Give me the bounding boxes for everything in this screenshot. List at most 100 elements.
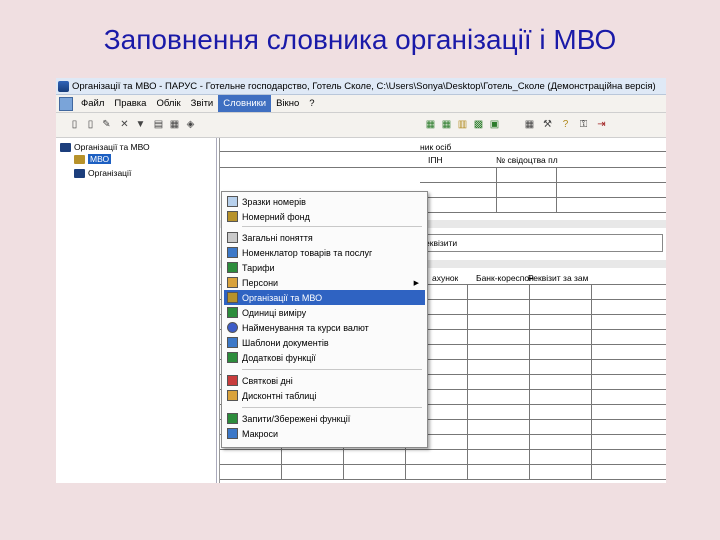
grid2-cell[interactable] [344, 465, 406, 480]
menu-item-persons[interactable]: Персони ▶ [224, 275, 425, 290]
grid2-cell[interactable] [530, 450, 592, 465]
grid2-cell[interactable] [530, 345, 592, 360]
grid2-cell[interactable] [592, 390, 666, 405]
grid2-cell[interactable] [468, 420, 530, 435]
grid2-cell[interactable] [530, 285, 592, 300]
grid2-cell[interactable] [468, 360, 530, 375]
menu-reports[interactable]: Звіти [186, 95, 219, 112]
report-icon[interactable]: ▩ [472, 118, 485, 131]
requisites-tab[interactable]: еквізити [420, 234, 663, 252]
menu-item-discount-tables[interactable]: Дисконтні таблиці [224, 388, 425, 403]
grid2-cell[interactable] [592, 405, 666, 420]
export-icon[interactable]: ▣ [488, 118, 501, 131]
menu-item-room-fund[interactable]: Номерний фонд [224, 209, 425, 224]
filter-icon[interactable]: ▼ [134, 118, 147, 131]
copy-doc-icon[interactable]: ▯ [84, 118, 97, 131]
menu-item-holidays[interactable]: Святкові дні [224, 373, 425, 388]
grid2-cell[interactable] [530, 435, 592, 450]
edit-doc-icon[interactable]: ✎ [100, 118, 113, 131]
tree-root[interactable]: Організації та МВО [60, 142, 150, 152]
properties-icon[interactable]: ▤ [152, 118, 165, 131]
grid1-cell[interactable] [420, 198, 497, 213]
grid2-cell[interactable] [592, 465, 666, 480]
grid2-cell[interactable] [530, 315, 592, 330]
grid2-cell[interactable] [220, 450, 282, 465]
menu-item-tariffs[interactable]: Тарифи [224, 260, 425, 275]
grid2-cell[interactable] [530, 330, 592, 345]
grid2-cell[interactable] [220, 465, 282, 480]
grid2-cell[interactable] [406, 465, 468, 480]
menu-file[interactable]: Файл [76, 95, 109, 112]
delete-icon[interactable]: ✕ [118, 118, 131, 131]
grid2-cell[interactable] [468, 330, 530, 345]
grid2-cell[interactable] [282, 465, 344, 480]
menu-dictionaries[interactable]: Словники [218, 95, 272, 112]
grid1-cell[interactable] [557, 198, 666, 213]
help-icon[interactable]: ? [559, 118, 572, 131]
grid2-cell[interactable] [530, 420, 592, 435]
book-icon[interactable]: ▥ [456, 118, 469, 131]
print-icon[interactable]: ▦ [168, 118, 181, 131]
grid1-cell[interactable] [420, 168, 497, 183]
menu-item-room-templates[interactable]: Зразки номерів [224, 194, 425, 209]
key-icon[interactable]: ⚿ [577, 118, 590, 131]
tools-icon[interactable]: ⚒ [541, 118, 554, 131]
grid2-cell[interactable] [592, 360, 666, 375]
register-icon[interactable]: ▦ [440, 118, 453, 131]
calculator-icon[interactable]: ▦ [523, 118, 536, 131]
grid2-cell[interactable] [592, 420, 666, 435]
grid2-cell[interactable] [530, 390, 592, 405]
grid2-cell[interactable] [592, 330, 666, 345]
grid2-cell[interactable] [530, 300, 592, 315]
menu-item-additional-functions[interactable]: Додаткові функції [224, 350, 425, 365]
grid2-cell[interactable] [530, 360, 592, 375]
grid1-cell[interactable] [497, 183, 557, 198]
grid2-cell[interactable] [468, 345, 530, 360]
grid2-cell[interactable] [468, 465, 530, 480]
menu-item-document-templates[interactable]: Шаблони документів [224, 335, 425, 350]
grid2-cell[interactable] [406, 450, 468, 465]
menu-item-currencies[interactable]: Найменування та курси валют [224, 320, 425, 335]
grid1-cell[interactable] [557, 183, 666, 198]
menu-item-general-concepts[interactable]: Загальні поняття [224, 230, 425, 245]
new-doc-icon[interactable]: ▯ [68, 118, 81, 131]
tree-item-orgs[interactable]: Організації [74, 168, 131, 178]
menu-window[interactable]: Вікно [271, 95, 304, 112]
grid2-cell[interactable] [592, 285, 666, 300]
grid2-cell[interactable] [530, 405, 592, 420]
grid2-cell[interactable] [468, 285, 530, 300]
table-icon[interactable]: ▦ [424, 118, 437, 131]
menu-item-units[interactable]: Одиниці виміру [224, 305, 425, 320]
mdi-window-icon[interactable] [59, 96, 73, 111]
grid2-cell[interactable] [530, 465, 592, 480]
grid2-cell[interactable] [592, 315, 666, 330]
grid2-cell[interactable] [344, 450, 406, 465]
grid2-cell[interactable] [468, 315, 530, 330]
grid1-cell[interactable] [497, 198, 557, 213]
menu-item-queries[interactable]: Запити/Збережені функції [224, 411, 425, 426]
grid2-cell[interactable] [592, 375, 666, 390]
grid2-cell[interactable] [282, 450, 344, 465]
grid1-cell[interactable] [420, 183, 497, 198]
grid2-cell[interactable] [592, 345, 666, 360]
grid2-cell[interactable] [468, 450, 530, 465]
grid2-cell[interactable] [468, 300, 530, 315]
grid2-cell[interactable] [592, 300, 666, 315]
tree-item-mvo[interactable]: МВО [74, 154, 112, 164]
exit-icon[interactable]: ⇥ [595, 118, 608, 131]
grid2-cell[interactable] [592, 435, 666, 450]
menu-item-organizations-mvo[interactable]: Організації та МВО [224, 290, 425, 305]
grid1-cell[interactable] [497, 168, 557, 183]
grid2-cell[interactable] [530, 375, 592, 390]
grid2-cell[interactable] [592, 450, 666, 465]
grid2-cell[interactable] [468, 390, 530, 405]
menu-item-macros[interactable]: Макроси [224, 426, 425, 441]
menu-help[interactable]: ? [304, 95, 319, 112]
grid2-cell[interactable] [468, 405, 530, 420]
menu-accounting[interactable]: Облік [151, 95, 185, 112]
grid1-cell[interactable] [557, 168, 666, 183]
menu-item-nomenclature[interactable]: Номенклатор товарів та послуг [224, 245, 425, 260]
grid2-cell[interactable] [468, 375, 530, 390]
menu-edit[interactable]: Правка [109, 95, 151, 112]
cube-icon[interactable]: ◈ [184, 118, 197, 131]
